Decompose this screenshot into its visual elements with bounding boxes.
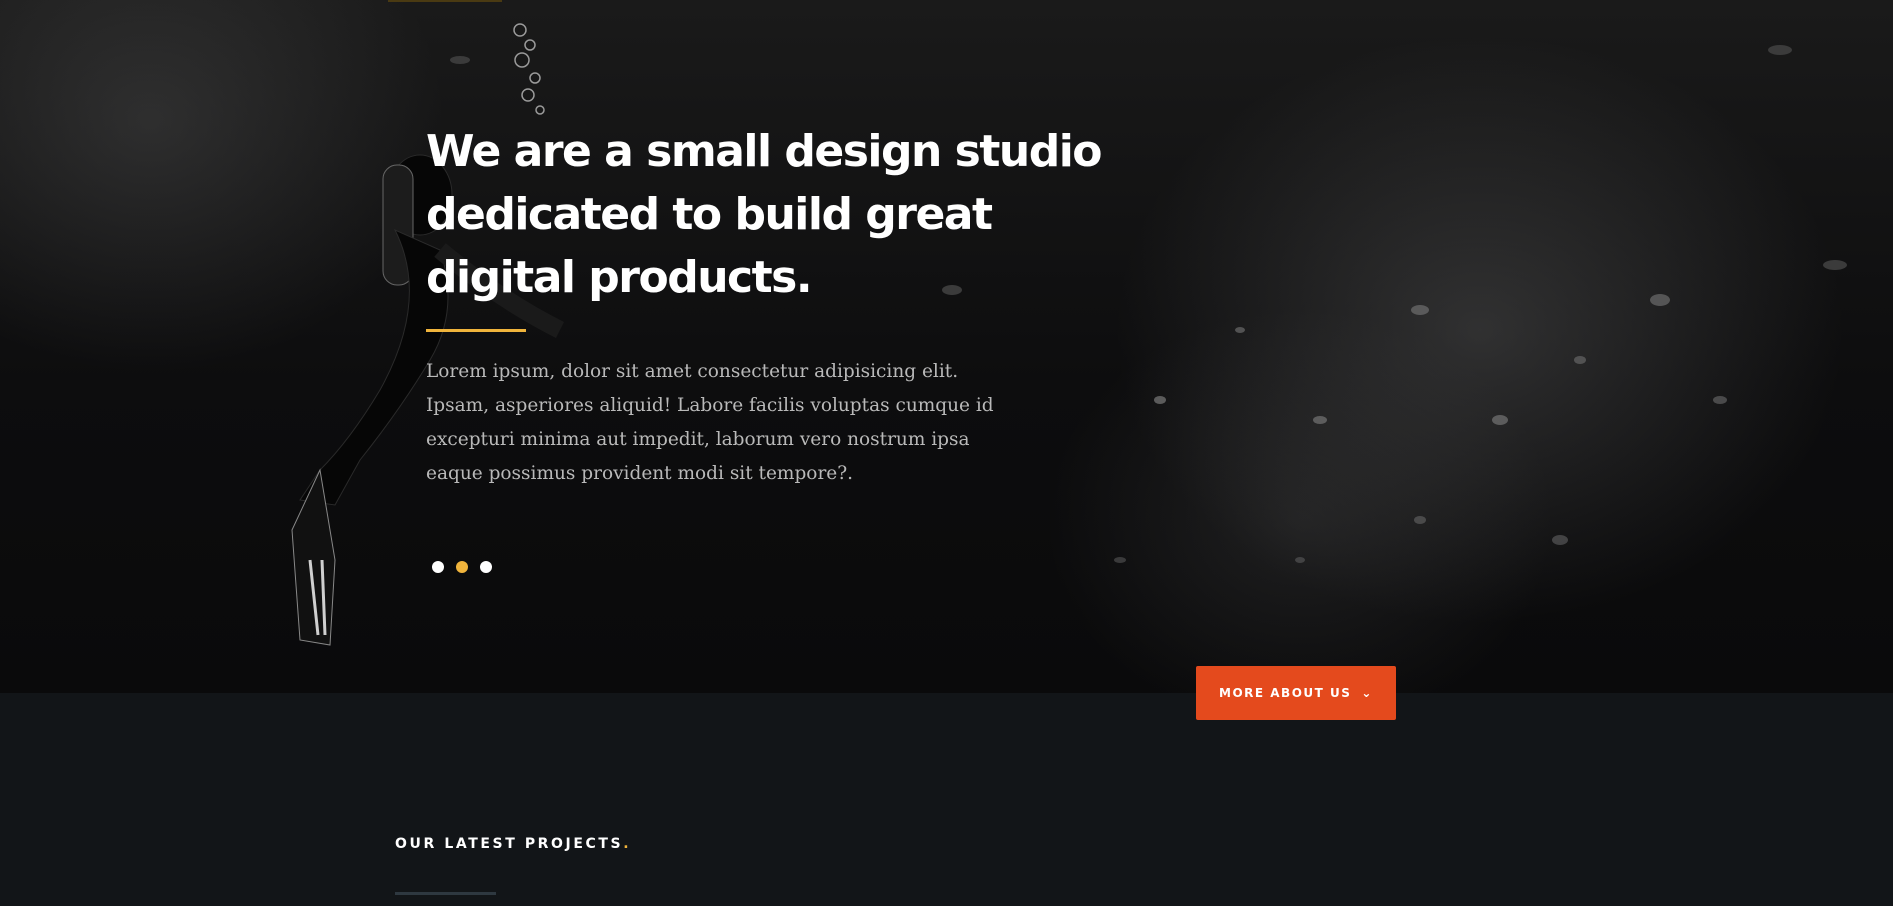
hero-section: We are a small design studio dedicated t… [0, 0, 1893, 693]
more-about-us-label: MORE ABOUT US [1219, 686, 1352, 700]
title-underline [426, 329, 526, 332]
heading-accent-dot: . [623, 836, 632, 852]
top-accent-bar [388, 0, 502, 2]
bubbles-decoration [513, 23, 545, 115]
slider-dots [432, 561, 492, 573]
hero-background-image [291, 23, 1847, 646]
hero-title: We are a small design studio dedicated t… [426, 126, 1103, 303]
hero-description: Lorem ipsum, dolor sit amet consectetur … [426, 361, 994, 484]
section-divider [395, 892, 496, 895]
latest-projects-heading-text: OUR LATEST PROJECTS [395, 836, 624, 852]
slider-dot-3[interactable] [480, 561, 492, 573]
rock-texture [1114, 294, 1727, 563]
more-about-us-button[interactable]: MORE ABOUT US ⌄ [1196, 666, 1396, 720]
slider-dot-2[interactable] [456, 561, 468, 573]
slider-dot-1[interactable] [432, 561, 444, 573]
latest-projects-heading: OUR LATEST PROJECTS. [395, 836, 631, 852]
chevron-down-icon: ⌄ [1361, 686, 1373, 700]
